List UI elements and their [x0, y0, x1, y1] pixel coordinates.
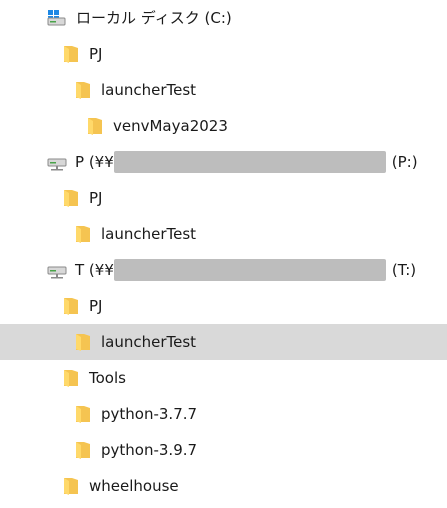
folder-icon [60, 295, 82, 317]
tree-item-label: venvMaya2023 [113, 117, 228, 135]
tree-item-t-python-3-9-7[interactable]: python-3.9.7 [0, 432, 447, 468]
folder-icon [60, 475, 82, 497]
folder-icon [72, 79, 94, 101]
tree-item-p-pj[interactable]: PJ [0, 180, 447, 216]
network-drive-icon [47, 259, 69, 281]
tree-item-label: python-3.9.7 [101, 441, 198, 459]
tree-item-network-drive-t[interactable]: T (¥¥ (T:) [0, 252, 447, 288]
folder-icon [72, 439, 94, 461]
tree-item-t-tools[interactable]: Tools [0, 360, 447, 396]
tree-item-t-pj[interactable]: PJ [0, 288, 447, 324]
tree-item-c-launchertest[interactable]: launcherTest [0, 72, 447, 108]
tree-item-t-python-3-7-7[interactable]: python-3.7.7 [0, 396, 447, 432]
tree-item-local-disk-c[interactable]: ローカル ディスク (C:) [0, 0, 447, 36]
tree-item-t-wheelhouse[interactable]: wheelhouse [0, 468, 447, 504]
tree-item-label: launcherTest [101, 225, 197, 243]
tree-item-c-venvmaya2023[interactable]: venvMaya2023 [0, 108, 447, 144]
tree-item-label: launcherTest [101, 81, 197, 99]
tree-item-label: ローカル ディスク (C:) [76, 9, 232, 27]
redacted-path-mask [113, 259, 386, 281]
tree-item-label: PJ [89, 189, 103, 207]
network-drive-icon [47, 151, 69, 173]
folder-icon [72, 223, 94, 245]
tree-item-label: PJ [89, 45, 103, 63]
drive-label-suffix: (P:) [391, 153, 418, 171]
folder-icon [72, 403, 94, 425]
folder-tree: ローカル ディスク (C:) PJ launcherTest venvMaya2… [0, 0, 447, 508]
drive-label-prefix: T (¥¥ [75, 261, 114, 279]
tree-item-t-launchertest-selected[interactable]: launcherTest [0, 324, 447, 360]
tree-item-p-launchertest[interactable]: launcherTest [0, 216, 447, 252]
drive-label: P (¥¥ (P:) [75, 151, 418, 173]
tree-item-label: Tools [89, 369, 126, 387]
tree-item-label: launcherTest [101, 333, 197, 351]
folder-icon [60, 367, 82, 389]
folder-icon [60, 43, 82, 65]
folder-icon [72, 331, 94, 353]
tree-item-label: python-3.7.7 [101, 405, 198, 423]
redacted-path-mask [113, 151, 386, 173]
drive-label-suffix: (T:) [391, 261, 417, 279]
tree-item-c-pj[interactable]: PJ [0, 36, 447, 72]
folder-icon [60, 187, 82, 209]
tree-item-label: wheelhouse [89, 477, 179, 495]
drive-label: T (¥¥ (T:) [75, 259, 416, 281]
drive-label-prefix: P (¥¥ [75, 153, 114, 171]
tree-item-label: PJ [89, 297, 103, 315]
local-disk-icon [47, 7, 69, 29]
folder-icon [84, 115, 106, 137]
tree-item-network-drive-p[interactable]: P (¥¥ (P:) [0, 144, 447, 180]
